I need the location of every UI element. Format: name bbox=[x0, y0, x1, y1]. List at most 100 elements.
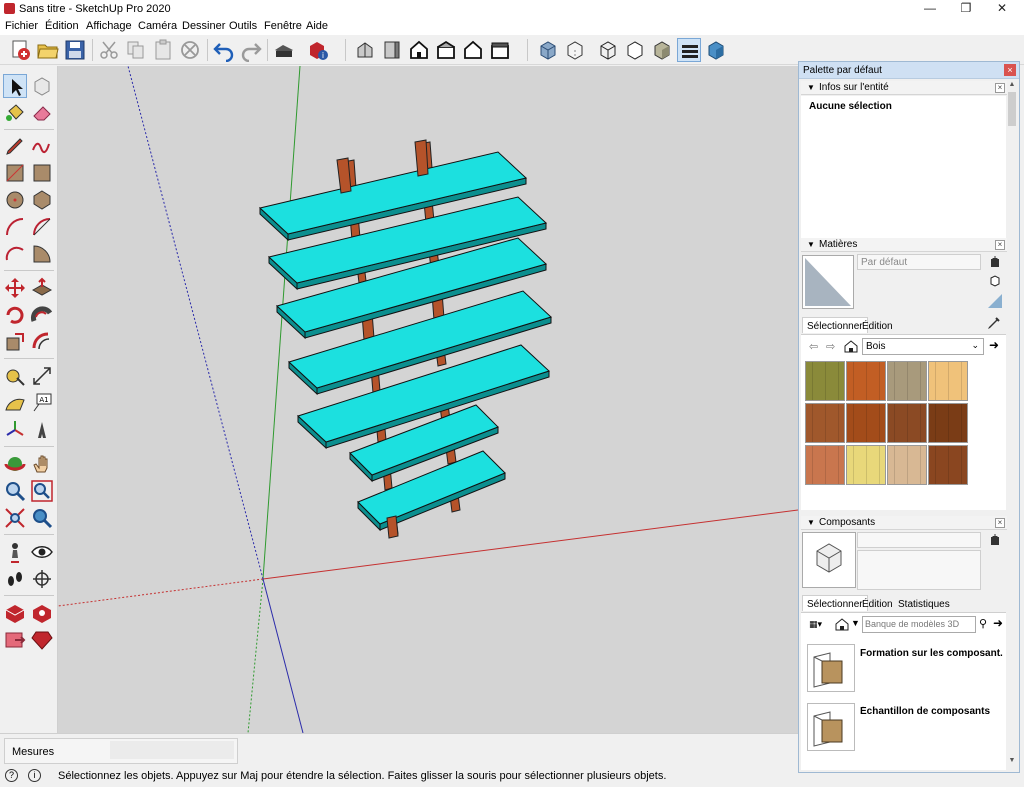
close-window-button[interactable]: ✕ bbox=[984, 0, 1020, 18]
material-swatch[interactable] bbox=[846, 403, 886, 443]
view-options-icon[interactable]: ▦▾ bbox=[809, 619, 822, 630]
measurements-value-input[interactable] bbox=[110, 741, 234, 759]
component-item-name[interactable]: Échantillon de composants bbox=[860, 706, 1003, 717]
component-preview[interactable] bbox=[802, 532, 856, 588]
scroll-down-arrow-icon[interactable]: ▼ bbox=[1008, 757, 1016, 764]
back-view-icon[interactable] bbox=[461, 38, 485, 62]
scale-icon[interactable] bbox=[3, 330, 27, 354]
entity-info-header[interactable]: ▼ Infos sur l'entité × bbox=[801, 81, 1007, 95]
component-search-input[interactable]: Banque de modèles 3D bbox=[862, 616, 976, 633]
select-arrow-icon[interactable] bbox=[3, 74, 27, 98]
menu-fichier[interactable]: Fichier bbox=[5, 20, 38, 32]
send-to-layout-icon[interactable] bbox=[3, 628, 27, 652]
home-icon[interactable] bbox=[844, 340, 858, 353]
drawing-viewport[interactable] bbox=[58, 66, 798, 733]
menu-fenetre[interactable]: Fenêtre bbox=[264, 20, 302, 32]
materials-close-button[interactable]: × bbox=[995, 240, 1005, 250]
axes-icon[interactable] bbox=[3, 418, 27, 442]
component-options-icon[interactable] bbox=[989, 534, 1001, 546]
pencil-line-icon[interactable] bbox=[3, 134, 27, 158]
materials-tab-edit[interactable]: Édition bbox=[858, 318, 897, 334]
left-view-icon[interactable] bbox=[488, 38, 512, 62]
component-item-name[interactable]: Formation sur les composant... bbox=[860, 648, 1003, 659]
print-icon[interactable] bbox=[272, 38, 296, 62]
menu-camera[interactable]: Caméra bbox=[138, 20, 177, 32]
back-arrow-icon[interactable]: ⇦ bbox=[809, 340, 818, 353]
components-tab-statistics[interactable]: Statistiques bbox=[894, 596, 954, 612]
rectangle-icon[interactable] bbox=[3, 161, 27, 185]
hidden-line-icon[interactable] bbox=[623, 38, 647, 62]
forward-arrow-icon[interactable]: ⇨ bbox=[826, 340, 835, 353]
materials-header[interactable]: ▼ Matières × bbox=[801, 238, 1007, 252]
paint-bucket-icon[interactable] bbox=[3, 101, 27, 125]
search-icon[interactable]: ⚲ bbox=[979, 617, 987, 630]
paste-icon[interactable] bbox=[151, 38, 175, 62]
front-view-icon[interactable] bbox=[407, 38, 431, 62]
arc-2pt-icon[interactable] bbox=[30, 215, 54, 239]
top-view-icon[interactable] bbox=[380, 38, 404, 62]
3d-text-icon[interactable] bbox=[30, 418, 54, 442]
open-folder-icon[interactable] bbox=[36, 38, 60, 62]
ruby-console-icon[interactable] bbox=[30, 628, 54, 652]
zoom-window-icon[interactable] bbox=[30, 479, 54, 503]
menu-edition[interactable]: Édition bbox=[45, 20, 79, 32]
component-item-thumbnail[interactable] bbox=[807, 644, 855, 692]
circle-icon[interactable] bbox=[3, 188, 27, 212]
pan-hand-icon[interactable] bbox=[30, 452, 54, 476]
material-cube-icon[interactable] bbox=[989, 275, 1001, 287]
pie-icon[interactable] bbox=[30, 242, 54, 266]
material-swatch[interactable] bbox=[887, 445, 927, 485]
material-preview[interactable] bbox=[802, 255, 854, 309]
right-view-icon[interactable] bbox=[434, 38, 458, 62]
position-camera-icon[interactable] bbox=[3, 540, 27, 564]
material-swatch[interactable] bbox=[928, 403, 968, 443]
components-header[interactable]: ▼ Composants × bbox=[801, 516, 1007, 530]
scroll-up-arrow-icon[interactable]: ▲ bbox=[1008, 81, 1016, 88]
back-edges-icon[interactable] bbox=[563, 38, 587, 62]
rotate-icon[interactable] bbox=[3, 303, 27, 327]
components-tab-edit[interactable]: Édition bbox=[858, 596, 897, 612]
components-close-button[interactable]: × bbox=[995, 518, 1005, 528]
arc-icon[interactable] bbox=[3, 215, 27, 239]
material-swatch[interactable] bbox=[805, 445, 845, 485]
material-swatch[interactable] bbox=[928, 445, 968, 485]
monochrome-icon[interactable] bbox=[704, 38, 728, 62]
dimension-icon[interactable] bbox=[30, 364, 54, 388]
follow-me-icon[interactable] bbox=[30, 303, 54, 327]
protractor-icon[interactable] bbox=[3, 391, 27, 415]
menu-outils[interactable]: Outils bbox=[229, 20, 257, 32]
details-arrow-icon[interactable]: ➜ bbox=[989, 338, 999, 352]
components-details-arrow-icon[interactable]: ➜ bbox=[993, 616, 1003, 630]
entity-info-close-button[interactable]: × bbox=[995, 83, 1005, 93]
cut-icon[interactable] bbox=[97, 38, 121, 62]
eyedropper-icon[interactable] bbox=[987, 316, 1001, 330]
components-home-icon[interactable] bbox=[835, 618, 849, 631]
shaded-icon[interactable] bbox=[650, 38, 674, 62]
material-swatch[interactable] bbox=[887, 403, 927, 443]
model-info-icon[interactable]: i bbox=[306, 38, 330, 62]
geo-location-icon[interactable]: ? bbox=[5, 769, 18, 782]
xray-icon[interactable] bbox=[536, 38, 560, 62]
3d-warehouse-icon[interactable] bbox=[3, 601, 27, 625]
erase-icon[interactable] bbox=[178, 38, 202, 62]
navigation-dropdown-icon[interactable]: ▼ bbox=[851, 618, 860, 628]
section-plane-icon[interactable] bbox=[30, 567, 54, 591]
material-swatch[interactable] bbox=[846, 445, 886, 485]
push-pull-icon[interactable] bbox=[30, 276, 54, 300]
component-name-field[interactable] bbox=[857, 532, 981, 548]
material-swatch[interactable] bbox=[846, 361, 886, 401]
material-swatch[interactable] bbox=[805, 361, 845, 401]
previous-view-icon[interactable] bbox=[30, 506, 54, 530]
text-label-icon[interactable]: A1 bbox=[30, 391, 54, 415]
move-icon[interactable] bbox=[3, 276, 27, 300]
create-material-icon[interactable] bbox=[989, 256, 1001, 268]
instructor-info-icon[interactable]: i bbox=[28, 769, 41, 782]
iso-view-icon[interactable] bbox=[353, 38, 377, 62]
menu-dessiner[interactable]: Dessiner bbox=[182, 20, 225, 32]
make-component-icon[interactable] bbox=[30, 74, 54, 98]
zoom-icon[interactable] bbox=[3, 479, 27, 503]
extension-warehouse-icon[interactable] bbox=[30, 601, 54, 625]
material-name-field[interactable]: Par défaut bbox=[857, 254, 981, 270]
arc-3pt-icon[interactable] bbox=[3, 242, 27, 266]
menu-affichage[interactable]: Affichage bbox=[86, 20, 132, 32]
